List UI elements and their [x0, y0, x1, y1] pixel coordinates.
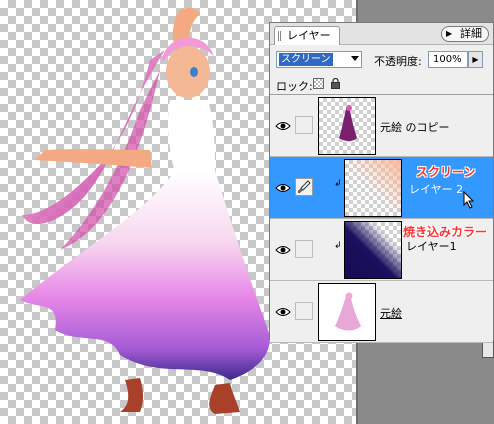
layer-name: 元絵 のコピー [380, 121, 450, 134]
eye-icon [275, 308, 291, 316]
blend-mode-value: スクリーン [279, 53, 333, 66]
blend-opacity-row: スクリーン 不透明度: 100% ▶ [270, 47, 493, 73]
layer-row-selected[interactable]: ↲ スクリーン レイヤー 2 [270, 157, 493, 219]
clip-arrow-icon: ↲ [334, 179, 342, 189]
lock-row: ロック: [270, 73, 493, 95]
eye-icon [275, 122, 291, 130]
mouse-cursor-icon [463, 191, 475, 209]
layer-row[interactable]: 元絵 [270, 281, 493, 343]
lock-icon[interactable] [331, 78, 340, 89]
brush-icon [298, 180, 311, 193]
clip-arrow-icon: ↲ [334, 241, 342, 251]
layer-name: 元絵 [380, 307, 402, 320]
layer-row[interactable]: 元絵 のコピー [270, 95, 493, 157]
layer-name: レイヤー1 [406, 240, 457, 253]
thumbnail-figure [339, 105, 357, 141]
blend-mode-select[interactable]: スクリーン [276, 51, 362, 68]
link-cell[interactable] [295, 240, 313, 258]
visibility-toggle[interactable] [273, 219, 293, 281]
layer-row[interactable]: ↲ 焼き込みカラー レイヤー1 [270, 219, 493, 281]
detail-button[interactable]: ▶ 詳細 [441, 26, 489, 42]
opacity-field[interactable]: 100% [428, 51, 468, 68]
visibility-toggle[interactable] [273, 95, 293, 157]
grip-icon [278, 31, 282, 41]
detail-icon: ▶ [446, 29, 453, 38]
tab-layers-label: レイヤー [287, 29, 331, 42]
eye-icon [275, 184, 291, 192]
layer-thumbnail [318, 283, 376, 341]
layer-name: レイヤー 2 [409, 183, 464, 196]
opacity-slider-button[interactable]: ▶ [468, 51, 483, 68]
layer-thumbnail [344, 221, 402, 279]
thumbnail-gradient [345, 222, 401, 278]
opacity-label: 不透明度: [374, 55, 422, 68]
visibility-toggle[interactable] [273, 281, 293, 343]
checkerboard-lock-icon[interactable] [313, 78, 324, 89]
panel-titlebar[interactable]: レイヤー ▶ 詳細 [270, 23, 493, 45]
layer-thumbnail [318, 97, 376, 155]
lock-label: ロック: [276, 80, 313, 93]
layer-thumbnail [344, 159, 402, 217]
tab-layers[interactable]: レイヤー [274, 26, 340, 45]
chevron-down-icon [351, 56, 359, 61]
eye-icon [275, 246, 291, 254]
thumbnail-figure [335, 292, 361, 331]
link-cell[interactable] [295, 302, 313, 320]
layers-panel: レイヤー ▶ 詳細 スクリーン 不透明度: 100% ▶ ロック: 元絵 のコピ… [269, 22, 494, 343]
visibility-toggle[interactable] [273, 157, 293, 219]
link-cell[interactable] [295, 116, 313, 134]
thumbnail-gradient [345, 160, 401, 216]
detail-button-label: 詳細 [460, 27, 482, 40]
layer-annotation: スクリーン [416, 165, 476, 179]
layer-list: 元絵 のコピー ↲ スクリーン レイヤー 2 ↲ 焼き込みカラー レイヤー1 元… [270, 95, 493, 343]
brush-cell[interactable] [295, 178, 313, 196]
